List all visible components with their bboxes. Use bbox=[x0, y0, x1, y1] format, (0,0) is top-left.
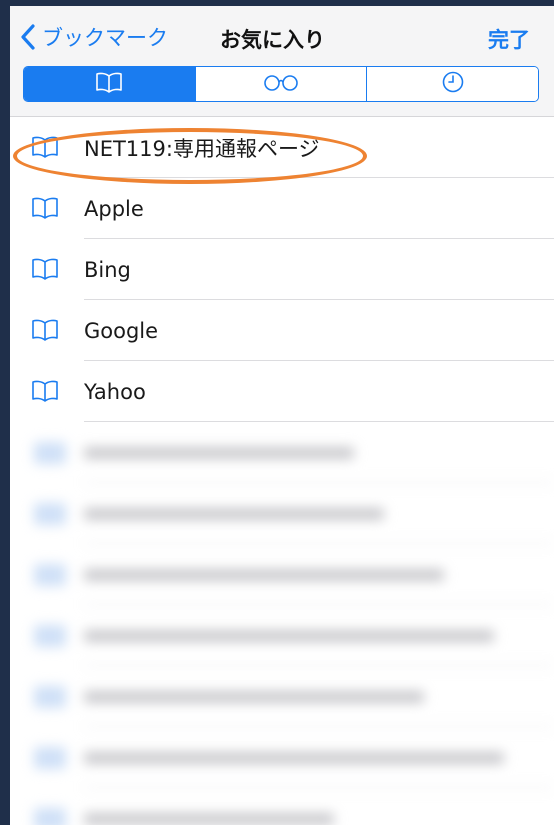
list-item-label bbox=[84, 812, 334, 825]
list-item-label bbox=[84, 507, 384, 520]
list-item-blurred[interactable] bbox=[10, 727, 554, 788]
book-icon bbox=[30, 318, 60, 346]
book-icon bbox=[34, 686, 66, 708]
book-icon bbox=[34, 808, 66, 825]
clock-icon bbox=[441, 70, 465, 98]
book-icon bbox=[34, 442, 66, 464]
tab-history[interactable] bbox=[367, 67, 538, 101]
list-item-label: Apple bbox=[84, 196, 144, 221]
screen: ブックマーク お気に入り 完了 NET119:専用通報ページ Apple Bin… bbox=[10, 6, 554, 825]
tab-bookmarks[interactable] bbox=[24, 67, 196, 101]
list-item-label bbox=[84, 751, 504, 764]
book-icon bbox=[30, 135, 60, 163]
list-item-blurred[interactable] bbox=[10, 483, 554, 544]
back-button-label: ブックマーク bbox=[42, 26, 168, 50]
book-icon bbox=[34, 503, 66, 525]
book-icon bbox=[30, 257, 60, 285]
list-item-blurred[interactable] bbox=[10, 666, 554, 727]
segmented-control bbox=[23, 66, 539, 102]
list-item-label: Google bbox=[84, 318, 159, 343]
list-item-label bbox=[84, 629, 494, 642]
navigation-bar: ブックマーク お気に入り 完了 bbox=[10, 6, 554, 117]
list-item-label bbox=[84, 568, 444, 581]
list-item-apple[interactable]: Apple bbox=[10, 178, 554, 239]
book-icon bbox=[94, 71, 124, 97]
list-item-google[interactable]: Google bbox=[10, 300, 554, 361]
book-icon bbox=[34, 564, 66, 586]
list-item-label bbox=[84, 690, 424, 703]
list-item-blurred[interactable] bbox=[10, 422, 554, 483]
book-icon bbox=[34, 747, 66, 769]
list-item-bing[interactable]: Bing bbox=[10, 239, 554, 300]
list-item-label bbox=[84, 446, 354, 459]
list-item-net119[interactable]: NET119:専用通報ページ bbox=[10, 117, 554, 178]
list-item-blurred[interactable] bbox=[10, 605, 554, 666]
tab-reading-list[interactable] bbox=[195, 67, 368, 101]
list-item-blurred[interactable] bbox=[10, 788, 554, 825]
glasses-icon bbox=[261, 72, 301, 96]
list-item-yahoo[interactable]: Yahoo bbox=[10, 361, 554, 422]
book-icon bbox=[30, 196, 60, 224]
list-item-blurred[interactable] bbox=[10, 544, 554, 605]
book-icon bbox=[34, 625, 66, 647]
back-button[interactable]: ブックマーク bbox=[20, 22, 168, 52]
chevron-left-icon bbox=[20, 24, 36, 50]
favorites-list: NET119:専用通報ページ Apple Bing Google Yahoo bbox=[10, 117, 554, 825]
page-title: お気に入り bbox=[220, 28, 325, 52]
list-item-label: Bing bbox=[84, 257, 131, 282]
book-icon bbox=[30, 379, 60, 407]
list-item-label: Yahoo bbox=[84, 379, 146, 404]
list-item-label: NET119:専用通報ページ bbox=[84, 136, 320, 161]
done-button[interactable]: 完了 bbox=[488, 24, 530, 54]
